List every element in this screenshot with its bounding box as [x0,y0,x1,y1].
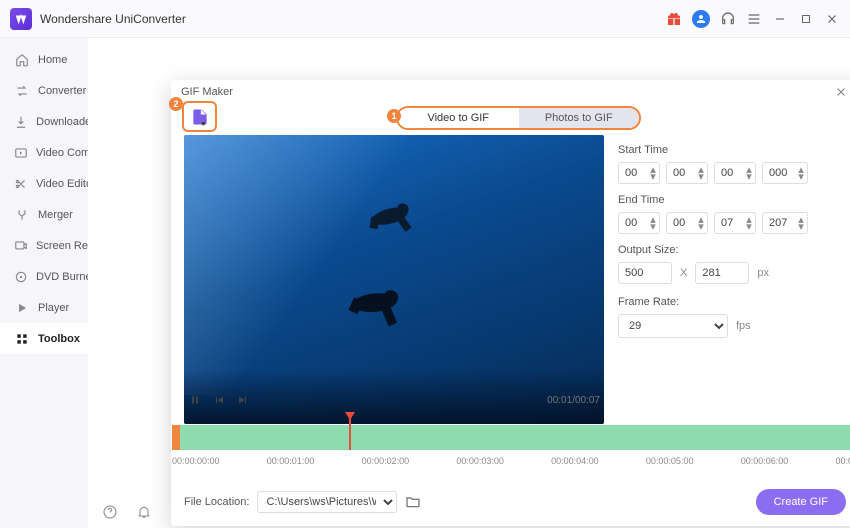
tab-photos-to-gif[interactable]: Photos to GIF [519,108,640,128]
folder-icon[interactable] [405,494,421,510]
close-icon[interactable] [824,11,840,27]
start-ms[interactable]: ▴▾ [762,162,808,184]
sidebar-item-recorder[interactable]: Screen Recorder [0,230,88,261]
modal-title: GIF Maker [181,86,233,98]
sidebar-item-converter[interactable]: Converter [0,75,88,106]
tab-video-to-gif[interactable]: Video to GIF [398,108,519,128]
grid-icon [14,331,30,347]
titlebar: Wondershare UniConverter [0,0,850,38]
gif-maker-modal: GIF Maker 2 Video to GIF Photos to GIF 1 [171,80,850,526]
converter-icon [14,83,30,99]
frame-rate-select[interactable]: 29 [618,314,728,338]
chevron-down-icon[interactable]: ▾ [649,173,657,180]
sidebar: Home Converter Downloader Video Compress… [0,38,88,528]
maximize-icon[interactable] [798,11,814,27]
end-ms[interactable]: ▴▾ [762,212,808,234]
frame-rate-label: Frame Rate: [618,296,848,308]
gift-icon[interactable] [666,11,682,27]
modal-close-icon[interactable] [833,84,849,100]
sidebar-item-dvd[interactable]: DVD Burner [0,261,88,292]
sidebar-item-compressor[interactable]: Video Compressor [0,137,88,168]
timeline-track[interactable] [172,425,850,450]
playhead[interactable] [349,416,351,450]
home-icon [14,52,30,68]
file-location-select[interactable]: C:\Users\ws\Pictures\Wonders [257,491,397,513]
trim-handle-left[interactable] [172,425,180,450]
sidebar-item-player[interactable]: Player [0,292,88,323]
start-min[interactable]: ▴▾ [666,162,708,184]
end-hour[interactable]: ▴▾ [618,212,660,234]
main-content: data etadata CD. GIF Maker 2 Video to GI… [88,38,850,528]
gif-settings: Start Time ▴▾ ▴▾ ▴▾ ▴▾ End Time ▴▾ ▴▾ ▴▾… [618,144,848,338]
merge-icon [14,207,30,223]
user-avatar[interactable] [692,10,710,28]
record-icon [14,238,28,254]
next-button[interactable] [236,393,250,407]
start-sec[interactable]: ▴▾ [714,162,756,184]
output-width[interactable] [618,262,672,284]
step-badge-2: 2 [169,97,183,111]
playback-controls: 00:01/00:07 [184,394,604,406]
sidebar-item-downloader[interactable]: Downloader [0,106,88,137]
output-size-label: Output Size: [618,244,848,256]
timeline[interactable]: 00:00:00:00 00:00:01:00 00:00:02:00 00:0… [171,416,850,476]
menu-icon[interactable] [746,11,762,27]
bell-icon[interactable] [136,504,152,520]
headset-icon[interactable] [720,11,736,27]
help-icon[interactable] [102,504,118,520]
timeline-ticks: 00:00:00:00 00:00:01:00 00:00:02:00 00:0… [172,456,850,466]
tabs: Video to GIF Photos to GIF [396,106,641,130]
modal-footer: File Location: C:\Users\ws\Pictures\Wond… [184,488,846,516]
compress-icon [14,145,28,161]
create-gif-button[interactable]: Create GIF [756,489,846,515]
start-hour[interactable]: ▴▾ [618,162,660,184]
add-file-button[interactable] [182,101,217,132]
end-sec[interactable]: ▴▾ [714,212,756,234]
disc-icon [14,269,28,285]
sidebar-item-toolbox[interactable]: Toolbox [0,323,88,354]
minimize-icon[interactable] [772,11,788,27]
download-icon [14,114,28,130]
video-preview[interactable] [184,135,604,424]
start-time-label: Start Time [618,144,848,156]
file-location-label: File Location: [184,496,249,508]
step-badge-1: 1 [387,109,401,123]
pause-button[interactable] [188,393,202,407]
app-title: Wondershare UniConverter [40,12,186,26]
output-height[interactable] [695,262,749,284]
end-min[interactable]: ▴▾ [666,212,708,234]
sidebar-item-home[interactable]: Home [0,44,88,75]
prev-button[interactable] [212,393,226,407]
app-logo [10,8,32,30]
sidebar-item-merger[interactable]: Merger [0,199,88,230]
end-time-label: End Time [618,194,848,206]
timecode: 00:01/00:07 [547,395,600,406]
sidebar-item-editor[interactable]: Video Editor [0,168,88,199]
scissors-icon [14,176,28,192]
play-icon [14,300,30,316]
